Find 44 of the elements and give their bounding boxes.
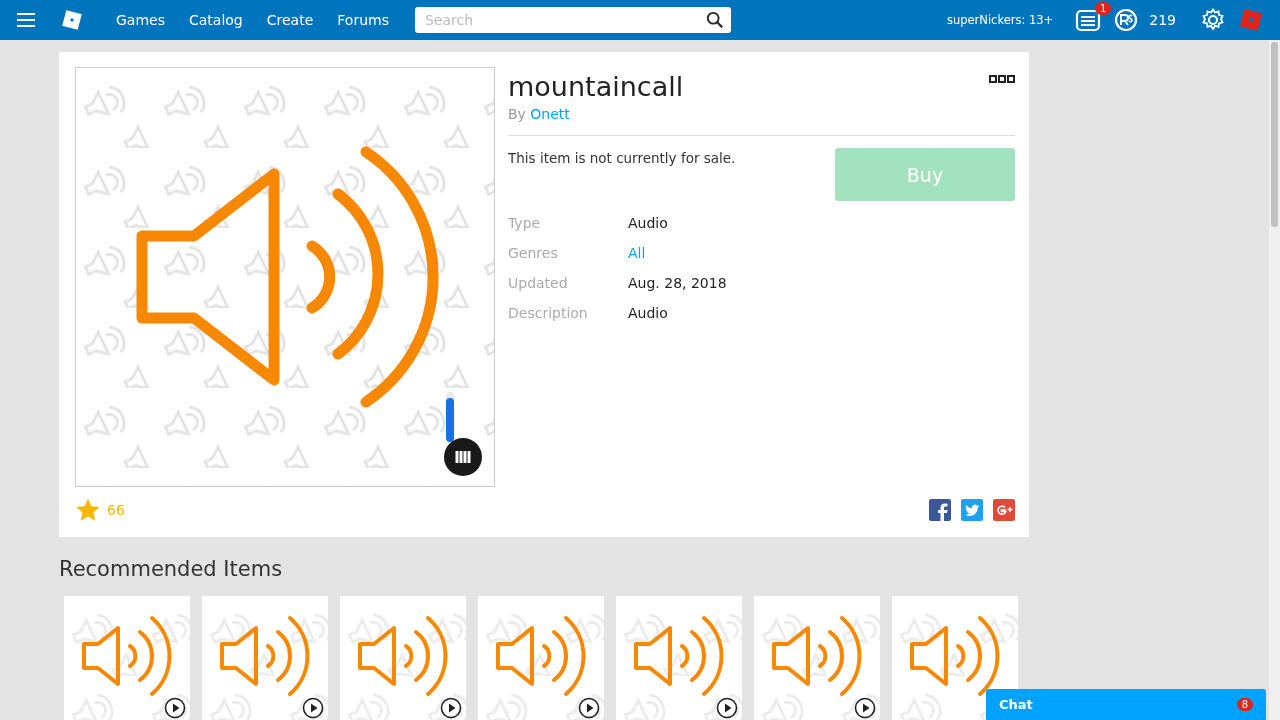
pause-button-icon[interactable] [444, 438, 482, 476]
favorite-count: 66 [107, 502, 125, 518]
detail-label: Genres [508, 245, 559, 261]
nav-link[interactable]: Create [266, 12, 314, 28]
chat-bar[interactable]: Chat 8 [986, 689, 1266, 720]
play-icon[interactable] [854, 697, 876, 719]
nav-link[interactable]: Games [116, 12, 165, 28]
search-field[interactable]: Search [414, 7, 731, 33]
google-plus-icon[interactable] [993, 499, 1015, 521]
search-icon[interactable] [705, 11, 724, 29]
chat-count-badge: 8 [1236, 698, 1253, 711]
by-label: By [508, 106, 526, 122]
scrollbar[interactable] [1269, 40, 1280, 720]
section-heading: Recommended Items [59, 557, 284, 581]
detail-value: Audio [628, 215, 669, 231]
detail-link[interactable]: All [628, 245, 1015, 261]
sale-note: This item is not currently for sale. [508, 149, 736, 168]
play-icon[interactable] [164, 697, 186, 719]
chat-label: Chat [999, 697, 1033, 712]
detail-value: Audio [628, 305, 669, 321]
currency-icon[interactable] [1113, 8, 1140, 32]
item-title: mountaincall [508, 71, 684, 102]
settings-icon[interactable] [1200, 8, 1226, 32]
play-icon[interactable] [302, 697, 324, 719]
scrollbar-thumb[interactable] [1271, 42, 1278, 227]
robux-balance[interactable]: 219 [1149, 12, 1176, 28]
detail-label: Updated [508, 275, 569, 291]
play-icon[interactable] [440, 697, 462, 719]
messages-icon[interactable] [1075, 8, 1102, 32]
menu-icon[interactable] [16, 12, 36, 28]
nav-link[interactable]: Forums [337, 12, 389, 28]
nav-link[interactable]: Catalog [189, 12, 243, 28]
twitter-icon[interactable] [961, 499, 983, 521]
play-icon[interactable] [716, 697, 738, 719]
notification-badge: 1 [1094, 2, 1112, 15]
detail-label: Type [508, 215, 542, 231]
star-icon[interactable] [75, 497, 101, 523]
detail-label: Description [508, 305, 589, 321]
detail-value: Aug. 28, 2018 [628, 275, 728, 291]
creator-link[interactable]: Onett [530, 106, 570, 122]
play-icon[interactable] [578, 697, 600, 719]
more-options-icon[interactable] [989, 75, 1015, 83]
facebook-icon[interactable] [929, 499, 951, 521]
username[interactable]: superNickers: 13+ [946, 13, 1054, 27]
